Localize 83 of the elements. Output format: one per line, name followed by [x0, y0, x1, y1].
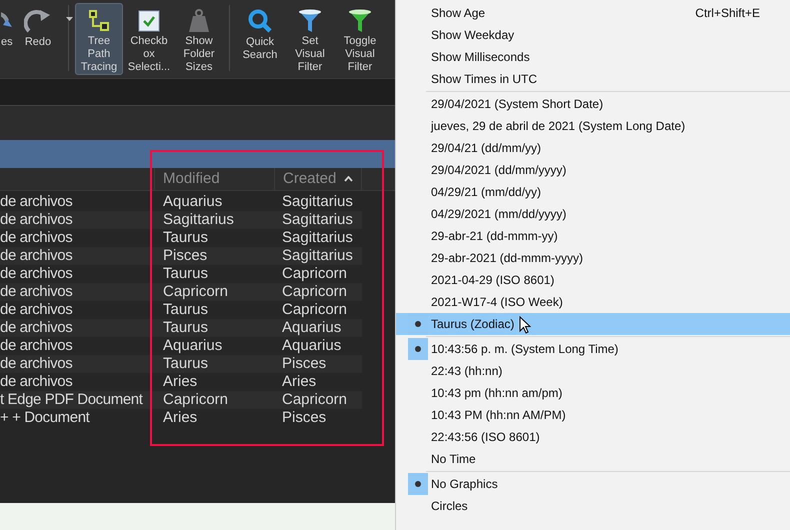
- table-cell: Aquarius: [282, 319, 342, 336]
- table-cell: Sagittarius: [282, 247, 353, 264]
- menu-item[interactable]: 29/04/2021 (dd/mm/yyyy): [396, 159, 790, 181]
- table-cell: Aries: [163, 373, 198, 390]
- menu-item[interactable]: 04/29/2021 (mm/dd/yyyy): [396, 203, 790, 225]
- tree-icon: [88, 8, 110, 32]
- toolbar-button[interactable]: es: [0, 3, 12, 75]
- menu-item[interactable]: Show Weekday: [396, 24, 790, 46]
- toolbar-button[interactable]: Quick Search: [236, 3, 284, 75]
- table-cell: Aries: [282, 373, 316, 390]
- table-cell: de archivos: [0, 193, 72, 211]
- table-cell: Aquarius: [282, 337, 342, 354]
- menu-item[interactable]: 04/29/21 (mm/dd/yy): [396, 181, 790, 203]
- menu-item[interactable]: Show Age Ctrl+Shift+E: [396, 2, 790, 24]
- table-cell: de archivos: [0, 265, 72, 283]
- table-cell: t Edge PDF Document: [0, 391, 142, 409]
- table-cell: Capricorn: [163, 283, 228, 300]
- sort-up-icon: [344, 176, 353, 182]
- mouse-cursor-icon: [519, 316, 531, 334]
- menu-item[interactable]: 2021-04-29 (ISO 8601): [396, 269, 790, 291]
- table-cell: Capricorn: [282, 301, 348, 318]
- table-cell: Aquarius: [163, 193, 222, 210]
- menu-item[interactable]: 10:43 pm (hh:nn am/pm): [396, 382, 790, 404]
- toolbar-button[interactable]: Tree Path Tracing: [75, 3, 123, 75]
- table-cell: de archivos: [0, 337, 72, 355]
- table-cell: de archivos: [0, 373, 72, 391]
- table-cell: Pisces: [282, 355, 326, 372]
- redo-icon: [24, 7, 52, 35]
- shortcut-text: Ctrl+Shift+E: [695, 5, 760, 22]
- checkbox-icon: [138, 10, 160, 32]
- toolbar-button[interactable]: Show Folder Sizes: [175, 3, 223, 75]
- column-header[interactable]: Created: [275, 168, 362, 190]
- menu-item[interactable]: 10:43:56 p. m. (System Long Time): [396, 338, 790, 360]
- table-cell: Sagittarius: [282, 229, 353, 246]
- table-cell: Pisces: [282, 409, 326, 426]
- column-header[interactable]: Modified: [155, 168, 275, 190]
- dropdown-caret-icon[interactable]: [66, 17, 73, 21]
- table-cell: de archivos: [0, 355, 72, 373]
- menu-item[interactable]: 2021-W17-4 (ISO Week): [396, 291, 790, 313]
- table-cell: Taurus: [163, 265, 208, 282]
- table-cell: de archivos: [0, 301, 72, 319]
- toolbar-button[interactable]: Redo: [14, 3, 62, 75]
- toolbar-button[interactable]: Checkb ox Selecti...: [125, 3, 173, 75]
- search-icon: [247, 8, 273, 34]
- table-cell: + + Document: [0, 409, 90, 427]
- table-cell: Pisces: [163, 247, 208, 264]
- menu-item[interactable]: 22:43 (hh:nn): [396, 360, 790, 382]
- menu-item[interactable]: 29/04/21 (dd/mm/yy): [396, 137, 790, 159]
- table-cell: Capricorn: [282, 283, 348, 300]
- menu-item[interactable]: 29-abr-21 (dd-mmm-yy): [396, 225, 790, 247]
- table-cell: Sagittarius: [163, 211, 234, 228]
- filter-icon: [298, 8, 322, 34]
- table-cell: de archivos: [0, 319, 72, 337]
- weight-icon: [187, 8, 211, 34]
- table-cell: Taurus: [163, 319, 208, 336]
- table-cell: Capricorn: [282, 265, 348, 282]
- menu-item[interactable]: No Time: [396, 448, 790, 470]
- table-cell: Taurus: [163, 301, 208, 318]
- table-cell: de archivos: [0, 229, 72, 247]
- menu-item[interactable]: Show Times in UTC: [396, 68, 790, 90]
- menu-item[interactable]: jueves, 29 de abril de 2021 (System Long Date): [396, 115, 790, 137]
- menu-item[interactable]: Show Milliseconds: [396, 46, 790, 68]
- table-cell: Aquarius: [163, 337, 222, 354]
- table-cell: Aries: [163, 409, 198, 426]
- table-cell: Capricorn: [282, 391, 348, 408]
- table-cell: de archivos: [0, 211, 72, 229]
- menu-item[interactable]: 22:43:56 (ISO 8601): [396, 426, 790, 448]
- table-cell: de archivos: [0, 247, 72, 265]
- table-cell: Sagittarius: [282, 193, 353, 210]
- table-cell: de archivos: [0, 283, 72, 301]
- menu-item[interactable]: No Graphics: [396, 473, 790, 495]
- table-cell: Sagittarius: [282, 211, 353, 228]
- toolbar-button[interactable]: Set Visual Filter: [286, 3, 334, 75]
- menu-item[interactable]: 29-abr-2021 (dd-mmm-yyyy): [396, 247, 790, 269]
- table-cell: Capricorn: [163, 391, 228, 408]
- menu-item[interactable]: 10:43 PM (hh:nn AM/PM): [396, 404, 790, 426]
- table-cell: Taurus: [163, 355, 208, 372]
- toolbar-button[interactable]: Toggle Visual Filter: [336, 3, 384, 75]
- filter-icon: [348, 8, 372, 34]
- menu-item[interactable]: Circles: [396, 495, 790, 517]
- menu-item[interactable]: 29/04/2021 (System Short Date): [396, 93, 790, 115]
- table-cell: Taurus: [163, 229, 208, 246]
- menu-item[interactable]: Taurus (Zodiac): [396, 313, 790, 335]
